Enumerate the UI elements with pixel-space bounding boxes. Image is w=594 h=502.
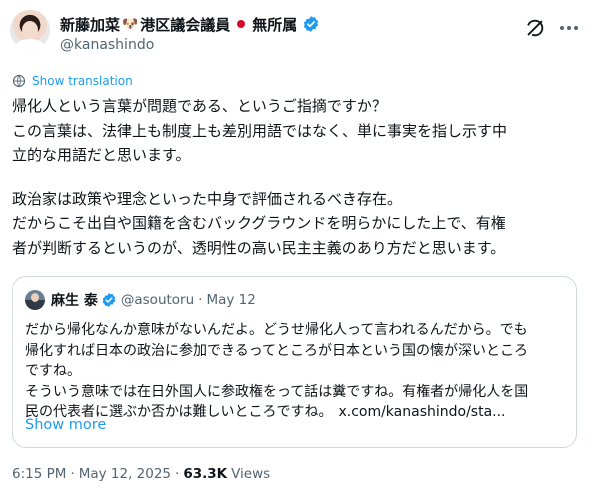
author-name[interactable]: 新藤加菜 <box>60 14 120 35</box>
views-count: 63.3K <box>183 466 228 482</box>
show-translation-link[interactable]: Show translation <box>12 74 133 88</box>
quoted-tweet-header: 麻生 泰 @asoutoru · May 12 <box>25 290 256 310</box>
quoted-author-handle: @asoutoru <box>120 292 195 308</box>
views-label: Views <box>231 466 271 482</box>
dog-emoji-icon: 🐶 <box>122 16 139 32</box>
quoted-line: 帰化すれば日本の政治に参加できるってところが日本という国の懐が深いところ <box>25 342 529 359</box>
tweet-date[interactable]: May 12, 2025 <box>79 466 171 482</box>
quoted-author-name: 麻生 泰 <box>51 293 98 309</box>
tweet-line: 立的な用語だと思います。 <box>12 146 191 164</box>
tweet-line: だからこそ出自や国籍を含むバックグラウンドを明らかにした上で、有権 <box>12 214 506 232</box>
author-name-row[interactable]: 新藤加菜 🐶 港区議会議員 無所属 <box>60 13 320 35</box>
tweet-meta: 6:15 PM · May 12, 2025 · 63.3K Views <box>12 466 270 482</box>
more-options-icon[interactable] <box>558 17 580 39</box>
quoted-line: そういう意味では在日外国人に参政権をって話は糞ですね。有権者が帰化人を国 <box>25 383 529 400</box>
author-avatar[interactable] <box>10 10 50 50</box>
quoted-tweet[interactable]: 麻生 泰 @asoutoru · May 12 だから帰化なんか意味がないんだよ… <box>12 276 577 448</box>
tweet-time[interactable]: 6:15 PM <box>12 466 66 482</box>
quoted-line: ですね。 <box>25 363 81 379</box>
tweet-line: 帰化人という言葉が問題である、というご指摘ですか？ <box>12 97 387 115</box>
verified-badge-icon[interactable] <box>302 15 320 33</box>
quoted-line-last: 民の代表者に選ぶか否かは難しいところですね。 x.com/kanashindo/s… <box>25 402 569 423</box>
tweet-line: この言葉は、法律上も制度上も差別用語ではなく、単に事実を指し示す中 <box>12 121 508 140</box>
quoted-tweet-link[interactable]: x.com/kanashindo/sta... <box>338 404 505 420</box>
grok-icon[interactable] <box>524 17 546 39</box>
author-role[interactable]: 港区議会議員 <box>140 14 230 35</box>
verified-badge-icon <box>101 292 117 308</box>
author-affiliation[interactable]: 無所属 <box>252 14 297 35</box>
tweet-line: 政治家は政策や理念といった中身で評価されるべき存在。 <box>12 189 403 208</box>
separator-dot: · <box>175 466 180 482</box>
author-handle[interactable]: @kanashindo <box>60 37 154 53</box>
tweet-line: 者が判断するというのが、透明性の高い民主主義のあり方だと思います。 <box>12 238 506 257</box>
separator-dot: · <box>198 292 203 308</box>
quoted-tweet-text: だから帰化なんか意味がないんだよ。どうせ帰化人って言われるんだから。でも 帰化す… <box>25 320 569 423</box>
show-more-link[interactable]: Show more <box>25 417 106 433</box>
quoted-line: だから帰化なんか意味がないんだよ。どうせ帰化人って言われるんだから。でも <box>25 322 528 338</box>
japan-flag-icon <box>237 20 246 28</box>
quoted-author-avatar <box>25 290 45 310</box>
tweet-text: 帰化人という言葉が問題である、というご指摘ですか？ この言葉は、法律上も制度上も… <box>12 94 588 260</box>
translate-icon <box>12 74 26 88</box>
show-translation-label[interactable]: Show translation <box>32 74 133 88</box>
separator-dot: · <box>70 466 75 482</box>
tweet-header: 新藤加菜 🐶 港区議会議員 無所属 @kanashindo <box>10 8 584 58</box>
quoted-tweet-date: May 12 <box>206 292 256 308</box>
